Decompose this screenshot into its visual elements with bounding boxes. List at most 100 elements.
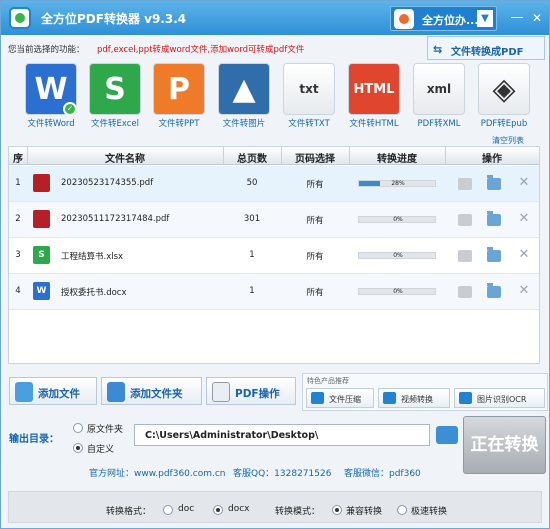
function-to-txt-button[interactable]: txt 文件转TXT — [279, 62, 339, 130]
custom-folder-radio[interactable] — [73, 443, 83, 453]
mode-fast-label: 极速转换 — [411, 507, 448, 517]
function-to-epub-button[interactable]: ◈ PDF转Epub — [474, 62, 534, 130]
format-docx-radio[interactable] — [213, 505, 223, 515]
mode-compat-radio[interactable] — [332, 505, 342, 515]
print-icon[interactable] — [458, 286, 472, 298]
add-folder-button[interactable]: 添加文件夹 — [101, 377, 202, 405]
mode-compat-label: 兼容转换 — [346, 507, 383, 517]
video-convert-button[interactable]: 视频转换 — [378, 388, 450, 408]
to-html-icon: HTML — [348, 63, 400, 115]
product-switcher-label: 全方位办... — [422, 14, 479, 27]
print-icon[interactable] — [458, 178, 472, 190]
close-button[interactable]: ✕ — [528, 11, 546, 27]
page-range[interactable]: 所有 — [281, 214, 349, 226]
function-to-html-button[interactable]: HTML 文件转HTML — [344, 62, 404, 130]
to-txt-icon: txt — [283, 63, 335, 115]
page-count: 1 — [249, 250, 255, 260]
minimize-button[interactable]: — — [508, 11, 526, 27]
to-excel-icon: S — [89, 63, 141, 115]
compress-icon — [311, 392, 324, 404]
add-file-label: 添加文件 — [38, 388, 80, 400]
output-path-field[interactable]: C:\Users\Administrator\Desktop\ — [134, 424, 430, 446]
function-to-excel-button[interactable]: S 文件转Excel — [85, 62, 145, 130]
row-index: 2 — [15, 214, 21, 224]
col-progress: 转换进度 — [377, 154, 417, 165]
function-to-ppt-button[interactable]: P 文件转PPT — [149, 62, 209, 130]
output-dir-label: 输出目录： — [9, 434, 59, 445]
progress-bar: 0% — [358, 216, 436, 223]
ocr-button[interactable]: 图片识别OCR — [454, 388, 545, 408]
mode-fast-radio[interactable] — [397, 505, 407, 515]
table-row[interactable]: 3 S 工程结算书.xlsx 1 所有 0% ✕ — [9, 238, 539, 274]
video-convert-label: 视频转换 — [401, 395, 433, 404]
start-convert-button[interactable]: 正在转换 — [463, 416, 546, 474]
compress-button[interactable]: 文件压缩 — [306, 388, 374, 408]
delete-icon[interactable]: ✕ — [517, 284, 531, 298]
original-folder-label: 原文件夹 — [87, 425, 124, 435]
page-range[interactable]: 所有 — [281, 178, 349, 190]
dropdown-arrow-icon[interactable]: ▼ — [477, 10, 493, 27]
progress-bar: 0% — [358, 252, 436, 259]
product-switcher[interactable]: 全方位办... ▼ — [390, 6, 497, 31]
page-range[interactable]: 所有 — [281, 286, 349, 298]
window-title: 全方位PDF转换器 v9.3.4 — [41, 12, 187, 26]
swap-icon: ⇆ — [433, 43, 443, 56]
function-label: 文件转Excel — [90, 119, 140, 129]
title-bar: 全方位PDF转换器 v9.3.4 全方位办... ▼ — ✕ — [1, 1, 549, 35]
row-index: 1 — [15, 178, 21, 188]
to-image-icon: ▲ — [218, 63, 270, 115]
table-row[interactable]: 4 W 授权委托书.docx 1 所有 0% ✕ — [9, 274, 539, 310]
col-filename: 文件名称 — [105, 154, 145, 165]
xlsx-file-icon: S — [33, 246, 50, 264]
app-window: 全方位PDF转换器 v9.3.4 全方位办... ▼ — ✕ 您当前选择的功能：… — [0, 0, 550, 529]
col-actions: 操作 — [482, 154, 502, 165]
format-doc-radio[interactable] — [163, 505, 173, 515]
original-folder-radio[interactable] — [73, 423, 83, 433]
print-icon[interactable] — [458, 250, 472, 262]
add-folder-label: 添加文件夹 — [130, 388, 183, 400]
mode-label: 转换模式： — [275, 507, 321, 517]
delete-icon[interactable]: ✕ — [517, 212, 531, 226]
table-row[interactable]: 2 20230511172317484.pdf 301 所有 0% ✕ — [9, 202, 539, 238]
delete-icon[interactable]: ✕ — [517, 176, 531, 190]
delete-icon[interactable]: ✕ — [517, 248, 531, 262]
file-table: 序 文件名称 总页数 页码选择 转换进度 操作 1 20230523174355.… — [8, 146, 540, 364]
function-label: 文件转图片 — [222, 119, 266, 129]
clear-list-link[interactable]: 清空列表 — [492, 135, 524, 146]
browse-folder-icon[interactable] — [436, 426, 458, 444]
selected-check-icon: ✓ — [63, 102, 77, 116]
add-file-button[interactable]: 添加文件 — [9, 377, 97, 405]
open-folder-icon[interactable] — [487, 247, 501, 262]
website-text: 官方网址：www.pdf360.com.cn — [89, 469, 226, 479]
open-folder-icon[interactable] — [487, 175, 501, 190]
function-label: PDF转XML — [417, 119, 461, 129]
page-range[interactable]: 所有 — [281, 250, 349, 262]
pdf-operations-button[interactable]: PDF操作 — [206, 377, 296, 405]
format-docx-label: docx — [228, 504, 250, 514]
row-index: 3 — [15, 250, 21, 260]
pdf-file-icon — [33, 174, 50, 192]
ocr-icon — [459, 392, 472, 404]
open-folder-icon[interactable] — [487, 211, 501, 226]
print-icon[interactable] — [458, 214, 472, 226]
progress-text: 0% — [393, 288, 403, 295]
featured-products-title: 特色产品推荐 — [307, 377, 349, 385]
table-row[interactable]: 1 20230523174355.pdf 50 所有 28% ✕ — [9, 166, 539, 202]
function-to-xml-button[interactable]: xml PDF转XML — [409, 62, 469, 130]
function-hint-text: pdf,excel,ppt转成word文件,添加word可转成pdf文件 — [97, 45, 305, 55]
function-label: 文件转Word — [27, 119, 75, 129]
wechat-text: 客服微信：pdf360 — [344, 469, 421, 479]
function-to-image-button[interactable]: ▲ 文件转图片 — [214, 62, 274, 130]
col-pages: 总页数 — [237, 154, 267, 165]
to-ppt-icon: P — [153, 63, 205, 115]
doc-to-pdf-button[interactable]: ⇆ 文件转换成PDF — [427, 36, 545, 60]
format-label: 转换格式： — [106, 507, 152, 517]
qq-text: 客服QQ：1328271526 — [233, 469, 332, 479]
function-to-word-button[interactable]: W ✓ 文件转Word — [21, 62, 81, 130]
open-folder-icon[interactable] — [487, 283, 501, 298]
video-icon — [383, 392, 396, 404]
function-label: 文件转PPT — [158, 119, 200, 129]
file-name: 20230523174355.pdf — [61, 178, 154, 188]
page-count: 301 — [243, 214, 261, 224]
docx-file-icon: W — [33, 282, 50, 300]
